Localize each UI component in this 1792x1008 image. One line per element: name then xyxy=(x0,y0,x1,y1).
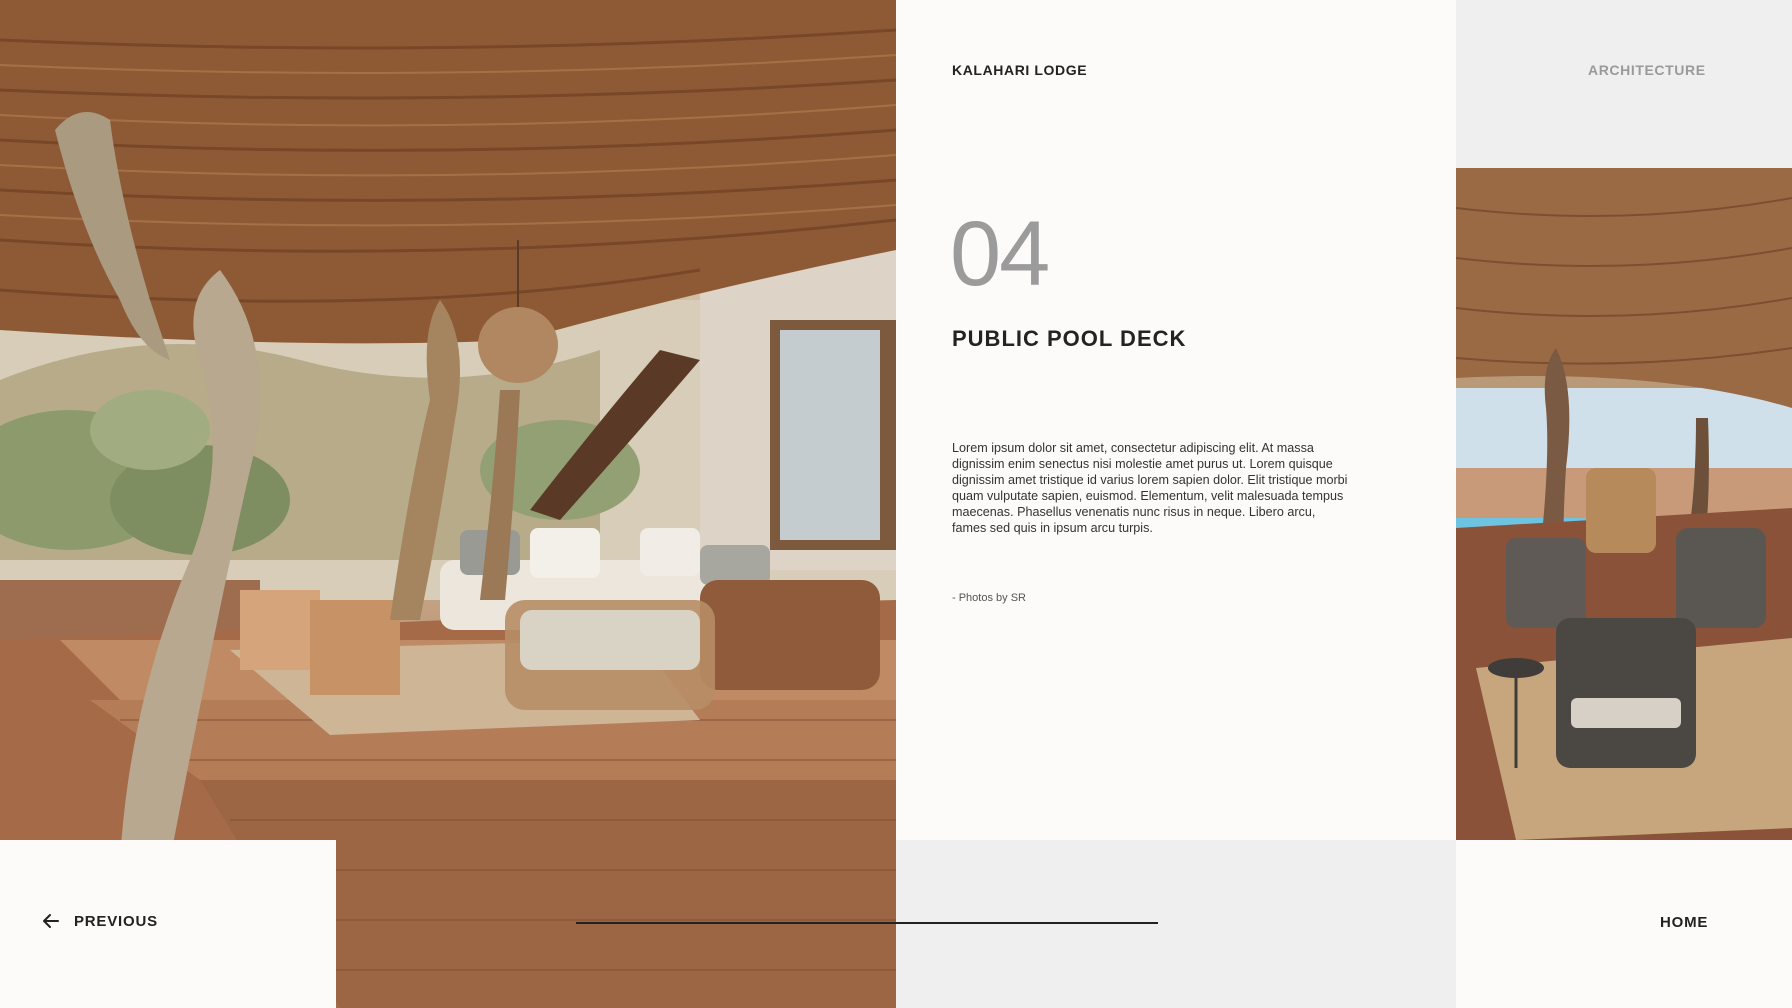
category-panel xyxy=(1456,0,1792,168)
slide-number: 04 xyxy=(950,203,1050,305)
arrow-left-icon xyxy=(43,914,59,928)
category-link[interactable]: ARCHITECTURE xyxy=(1588,62,1706,78)
slide-description: Lorem ipsum dolor sit amet, consectetur … xyxy=(952,441,1348,535)
side-photo xyxy=(1456,168,1792,840)
home-panel xyxy=(1456,840,1792,1008)
slide-title: PUBLIC POOL DECK xyxy=(952,326,1187,351)
previous-button[interactable]: PREVIOUS xyxy=(42,912,158,930)
photo-credit: - Photos by SR xyxy=(952,592,1026,604)
info-panel xyxy=(896,0,1456,840)
home-button[interactable]: HOME xyxy=(1660,914,1708,931)
progress-line xyxy=(576,922,1158,924)
brand-name[interactable]: KALAHARI LODGE xyxy=(952,62,1087,78)
previous-label: PREVIOUS xyxy=(74,912,158,930)
progress-panel xyxy=(896,840,1456,1008)
